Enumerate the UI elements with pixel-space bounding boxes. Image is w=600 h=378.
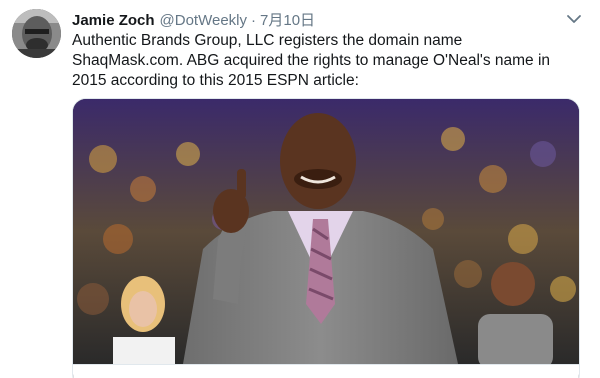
author-avatar[interactable]: [12, 9, 61, 58]
author-display-name[interactable]: Jamie Zoch: [72, 12, 155, 29]
tweet-timestamp[interactable]: 7月10日: [260, 9, 315, 30]
media-card-footer: [73, 364, 579, 378]
tweet-header: Jamie Zoch @DotWeekly · 7月10日: [72, 9, 315, 29]
tweet-text: Authentic Brands Group, LLC registers th…: [72, 32, 551, 89]
tweet-media-card[interactable]: [72, 98, 580, 378]
photo-thumbnail: [73, 99, 579, 364]
header-separator: ·: [251, 12, 257, 29]
chevron-down-icon[interactable]: [566, 12, 582, 24]
author-handle[interactable]: @DotWeekly: [160, 12, 247, 29]
tweet[interactable]: Jamie Zoch @DotWeekly · 7月10日 Authentic …: [0, 0, 600, 378]
avatar-photo: [12, 9, 61, 58]
